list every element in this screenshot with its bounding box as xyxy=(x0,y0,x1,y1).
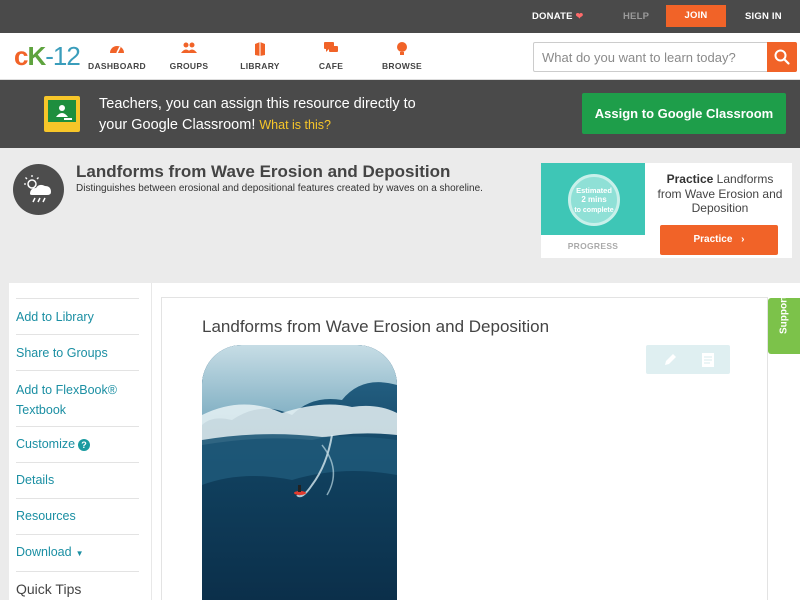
browse-icon xyxy=(367,41,437,57)
support-tab[interactable]: Support xyxy=(768,295,800,354)
sidebar-item-label: Add to Library xyxy=(16,310,94,324)
nav-dashboard[interactable]: DASHBOARD xyxy=(82,41,152,71)
notes-icon[interactable] xyxy=(698,350,718,370)
sidebar-item-add-to-library[interactable]: Add to Library xyxy=(16,298,139,334)
sidebar-item-label: Download xyxy=(16,545,72,559)
search-icon xyxy=(774,49,790,65)
banner-line-2: your Google Classroom! xyxy=(99,117,256,133)
pencil-icon[interactable] xyxy=(660,350,680,370)
join-button[interactable]: JOIN xyxy=(666,5,726,27)
estimate-badge: Estimated 2 mins to complete xyxy=(568,174,620,226)
practice-title: Practice Landforms from Wave Erosion and… xyxy=(653,172,787,216)
content-title: Landforms from Wave Erosion and Depositi… xyxy=(202,317,550,336)
nav-browse[interactable]: BROWSE xyxy=(367,41,437,71)
nav-cafe[interactable]: CAFE xyxy=(296,41,366,71)
sidebar-item-label: Resources xyxy=(16,509,76,523)
sidebar-item-resources[interactable]: Resources xyxy=(16,498,139,534)
practice-card: Estimated 2 mins to complete PROGRESS Pr… xyxy=(541,163,792,258)
logo-12: -12 xyxy=(45,41,81,71)
quick-tips[interactable]: Quick Tips xyxy=(16,571,139,597)
sidebar-item-label: Customize xyxy=(16,437,76,451)
support-label: Support xyxy=(778,295,790,334)
sidebar-item-download[interactable]: Download ▼ xyxy=(16,534,139,570)
classroom-banner: Teachers, you can assign this resource d… xyxy=(0,80,800,148)
progress-panel: Estimated 2 mins to complete PROGRESS xyxy=(541,163,645,258)
wave-surfer-image xyxy=(202,345,397,600)
estimate-to-complete: to complete xyxy=(574,207,614,214)
nav-groups[interactable]: GROUPS xyxy=(154,41,224,71)
page-subtitle: Distinguishes between erosional and depo… xyxy=(76,183,483,194)
practice-button[interactable]: Practice › xyxy=(660,225,778,255)
estimate-label: Estimated xyxy=(576,186,612,195)
top-bar: DONATE ❤ HELP JOIN SIGN IN xyxy=(0,0,800,33)
google-classroom-icon xyxy=(44,96,80,132)
sign-in-link[interactable]: SIGN IN xyxy=(745,11,782,22)
groups-icon xyxy=(154,41,224,57)
what-is-this-link[interactable]: What is this? xyxy=(259,118,331,132)
assign-to-google-classroom-button[interactable]: Assign to Google Classroom xyxy=(582,93,786,134)
nav-browse-label: BROWSE xyxy=(381,61,423,71)
nav-library-label: LIBRARY xyxy=(240,61,280,71)
banner-text: Teachers, you can assign this resource d… xyxy=(99,94,519,136)
library-icon xyxy=(225,41,295,57)
search-input[interactable] xyxy=(534,43,768,71)
ck12-logo[interactable]: cK-12 xyxy=(14,41,81,71)
caret-down-icon: ▼ xyxy=(75,549,84,558)
search-button[interactable] xyxy=(767,42,797,72)
estimate-mins: 2 mins xyxy=(581,195,607,204)
sidebar: Add to Library Share to Groups Add to Fl… xyxy=(9,283,151,600)
help-link[interactable]: HELP xyxy=(623,11,649,22)
nav-groups-label: GROUPS xyxy=(169,61,209,71)
page-title: Landforms from Wave Erosion and Depositi… xyxy=(76,162,451,181)
weather-topic-icon xyxy=(13,164,64,215)
sidebar-item-add-to-flexbook[interactable]: Add to FlexBook® Textbook xyxy=(16,370,139,426)
help-icon[interactable]: ? xyxy=(78,438,91,451)
heart-icon: ❤ xyxy=(575,11,584,21)
main-nav: cK-12 DASHBOARD GROUPS LIBRARY CAFE BROW… xyxy=(0,33,800,80)
cafe-icon xyxy=(296,41,366,57)
sidebar-item-details[interactable]: Details xyxy=(16,462,139,498)
sidebar-item-label: Share to Groups xyxy=(16,346,108,360)
search-box xyxy=(533,42,797,72)
banner-line-1: Teachers, you can assign this resource d… xyxy=(99,96,416,112)
dashboard-icon xyxy=(82,41,152,57)
logo-c: c xyxy=(14,41,29,71)
nav-cafe-label: CAFE xyxy=(318,61,344,71)
donate-link[interactable]: DONATE ❤ xyxy=(532,11,583,22)
content-tools xyxy=(646,345,730,374)
nav-dashboard-label: DASHBOARD xyxy=(88,61,146,71)
sidebar-item-customize[interactable]: Customize? xyxy=(16,426,139,462)
chevron-right-icon: › xyxy=(741,234,745,245)
logo-k: K xyxy=(27,41,46,71)
sidebar-item-label: Add to FlexBook® Textbook xyxy=(16,383,117,417)
practice-button-label: Practice xyxy=(693,234,733,245)
progress-label: PROGRESS xyxy=(567,241,619,251)
estimate-time: 2 mins to complete xyxy=(571,195,617,216)
nav-library[interactable]: LIBRARY xyxy=(225,41,295,71)
sidebar-item-share-to-groups[interactable]: Share to Groups xyxy=(16,334,139,370)
donate-label: DONATE xyxy=(532,11,573,22)
practice-word: Practice xyxy=(666,172,714,186)
sidebar-item-label: Details xyxy=(16,473,55,487)
estimate-badge-bg: Estimated 2 mins to complete xyxy=(541,163,645,235)
